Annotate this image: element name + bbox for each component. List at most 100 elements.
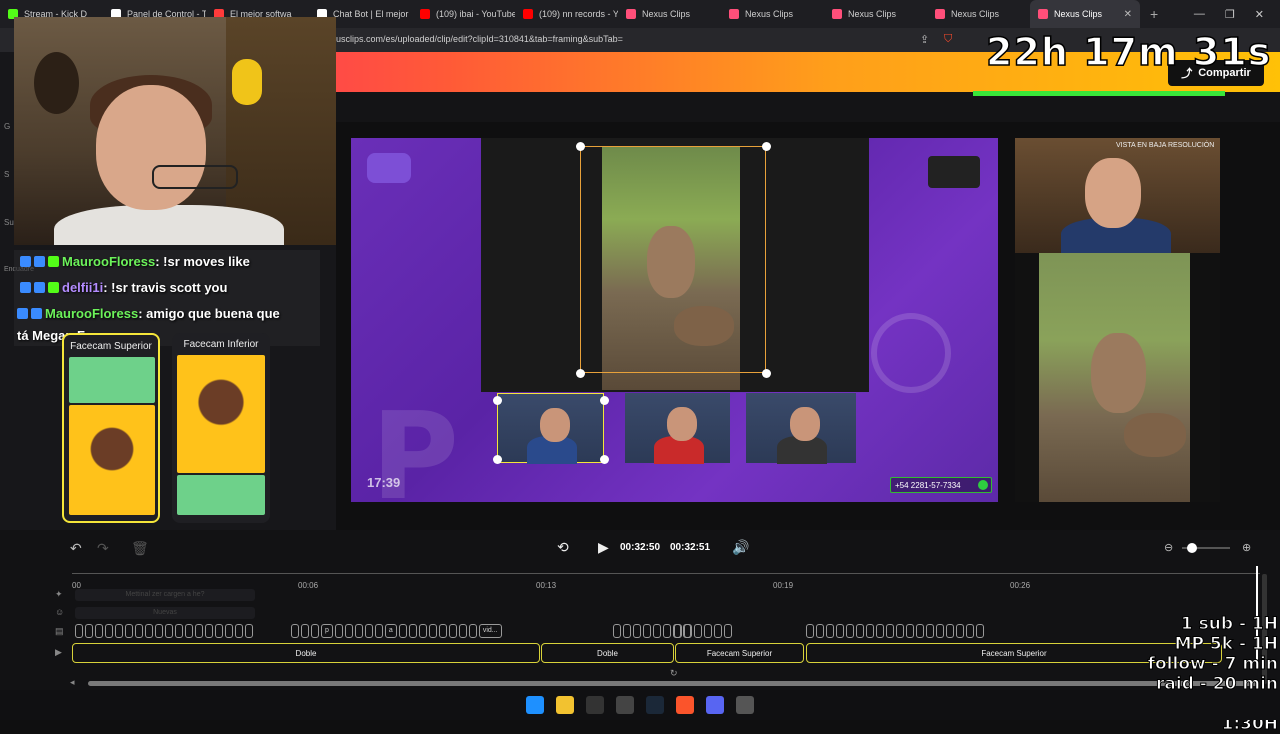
caption-word[interactable] bbox=[418, 624, 427, 638]
caption-word[interactable] bbox=[195, 624, 203, 638]
undo-icon[interactable]: ↶ bbox=[70, 540, 82, 557]
horizontal-scrollbar[interactable] bbox=[88, 681, 1258, 686]
zoom-in-icon[interactable]: ⊕ bbox=[1242, 541, 1251, 554]
epic-games-icon[interactable] bbox=[586, 696, 604, 714]
caption-word[interactable] bbox=[653, 624, 661, 638]
caption-word[interactable] bbox=[185, 624, 193, 638]
zoom-out-icon[interactable]: ⊖ bbox=[1164, 541, 1173, 554]
caption-word[interactable] bbox=[235, 624, 243, 638]
caption-word[interactable] bbox=[633, 624, 641, 638]
caption-word[interactable] bbox=[613, 624, 621, 638]
terminal-icon[interactable] bbox=[616, 696, 634, 714]
caption-word[interactable] bbox=[75, 624, 83, 638]
scroll-left-icon[interactable]: ◂ bbox=[70, 677, 75, 688]
file-explorer-icon[interactable] bbox=[556, 696, 574, 714]
layout-segment[interactable]: Doble bbox=[72, 643, 540, 663]
caption-word[interactable] bbox=[714, 624, 722, 638]
caption-word[interactable] bbox=[643, 624, 651, 638]
caption-word[interactable] bbox=[354, 624, 363, 638]
caption-word[interactable]: p bbox=[321, 624, 333, 638]
caption-word[interactable] bbox=[165, 624, 173, 638]
caption-word[interactable] bbox=[966, 624, 974, 638]
caption-group[interactable] bbox=[674, 624, 732, 638]
caption-word[interactable] bbox=[105, 624, 113, 638]
redo-icon[interactable]: ↷ bbox=[97, 540, 109, 557]
sidebar-item-su[interactable]: Su bbox=[4, 218, 14, 227]
caption-group[interactable]: p a vid... bbox=[291, 624, 502, 638]
caption-word[interactable] bbox=[916, 624, 924, 638]
caption-word[interactable] bbox=[291, 624, 299, 638]
settings-icon[interactable] bbox=[736, 696, 754, 714]
caption-word[interactable] bbox=[398, 624, 407, 638]
caption-word[interactable] bbox=[806, 624, 814, 638]
crop-box[interactable] bbox=[580, 146, 766, 373]
caption-word[interactable] bbox=[311, 624, 319, 638]
browser-tab[interactable]: Nexus Clips bbox=[927, 0, 1030, 28]
url-text[interactable]: usclips.com/es/uploaded/clip/edit?clipId… bbox=[336, 34, 623, 44]
caption-word[interactable] bbox=[946, 624, 954, 638]
caption-word[interactable] bbox=[135, 624, 143, 638]
caption-word[interactable] bbox=[428, 624, 437, 638]
caption-word[interactable] bbox=[215, 624, 223, 638]
caption-word[interactable] bbox=[674, 624, 682, 638]
caption-word[interactable] bbox=[155, 624, 163, 638]
browser-tab[interactable]: (109) nn records - Y bbox=[515, 0, 618, 28]
caption-word[interactable] bbox=[826, 624, 834, 638]
minimize-icon[interactable]: — bbox=[1194, 8, 1205, 21]
share-page-icon[interactable]: ⇪ bbox=[920, 33, 929, 46]
caption-word[interactable] bbox=[956, 624, 964, 638]
caption-word[interactable] bbox=[175, 624, 183, 638]
layout-segment[interactable]: Facecam Superior bbox=[675, 643, 804, 663]
caption-word[interactable] bbox=[438, 624, 447, 638]
browser-tab[interactable]: Nexus Clips bbox=[721, 0, 824, 28]
close-window-icon[interactable]: ✕ bbox=[1255, 8, 1264, 21]
caption-word[interactable]: vid... bbox=[478, 624, 502, 638]
caption-word[interactable] bbox=[704, 624, 712, 638]
caption-word[interactable] bbox=[85, 624, 93, 638]
trash-icon[interactable]: 🗑 bbox=[131, 540, 149, 557]
refresh-icon[interactable]: ↻ bbox=[670, 668, 678, 679]
sidebar-item-g[interactable]: G bbox=[4, 122, 10, 131]
caption-word[interactable] bbox=[846, 624, 854, 638]
caption-word[interactable] bbox=[205, 624, 213, 638]
brave-icon[interactable] bbox=[676, 696, 694, 714]
discord-icon[interactable] bbox=[706, 696, 724, 714]
caption-word[interactable] bbox=[408, 624, 417, 638]
caption-word[interactable] bbox=[896, 624, 904, 638]
close-tab-icon[interactable]: ✕ bbox=[1124, 9, 1132, 20]
caption-word[interactable]: a bbox=[384, 624, 397, 638]
caption-word[interactable] bbox=[724, 624, 732, 638]
layout-facecam-inferior[interactable]: Facecam Inferior bbox=[172, 333, 270, 523]
restart-icon[interactable]: ⟲ bbox=[557, 539, 569, 556]
crop-handle-br[interactable] bbox=[762, 369, 771, 378]
caption-word[interactable] bbox=[836, 624, 844, 638]
caption-word[interactable] bbox=[468, 624, 477, 638]
maximize-icon[interactable]: ❐ bbox=[1225, 8, 1235, 21]
sidebar-item-s[interactable]: S bbox=[4, 170, 9, 179]
crop-handle-tr[interactable] bbox=[762, 142, 771, 151]
caption-word[interactable] bbox=[906, 624, 914, 638]
facecam-handle-br[interactable] bbox=[600, 455, 609, 464]
browser-tab[interactable]: (109) ibai - YouTube bbox=[412, 0, 515, 28]
caption-word[interactable] bbox=[694, 624, 702, 638]
caption-word[interactable] bbox=[374, 624, 383, 638]
caption-word[interactable] bbox=[876, 624, 884, 638]
caption-word[interactable] bbox=[145, 624, 153, 638]
crop-handle-tl[interactable] bbox=[576, 142, 585, 151]
caption-word[interactable] bbox=[663, 624, 671, 638]
layout-segment[interactable]: Doble bbox=[541, 643, 674, 663]
steam-icon[interactable] bbox=[646, 696, 664, 714]
play-icon[interactable]: ▶ bbox=[598, 539, 609, 556]
caption-word[interactable] bbox=[886, 624, 894, 638]
caption-word[interactable] bbox=[684, 624, 692, 638]
facecam-crop-box[interactable] bbox=[497, 393, 604, 465]
volume-icon[interactable]: 🔊 bbox=[732, 539, 749, 556]
caption-word[interactable] bbox=[458, 624, 467, 638]
windows-start-icon[interactable] bbox=[526, 696, 544, 714]
caption-word[interactable] bbox=[448, 624, 457, 638]
caption-word[interactable] bbox=[976, 624, 984, 638]
layout-facecam-superior[interactable]: Facecam Superior bbox=[62, 333, 160, 523]
facecam-handle-bl[interactable] bbox=[493, 455, 502, 464]
caption-word[interactable] bbox=[926, 624, 934, 638]
crop-handle-bl[interactable] bbox=[576, 369, 585, 378]
